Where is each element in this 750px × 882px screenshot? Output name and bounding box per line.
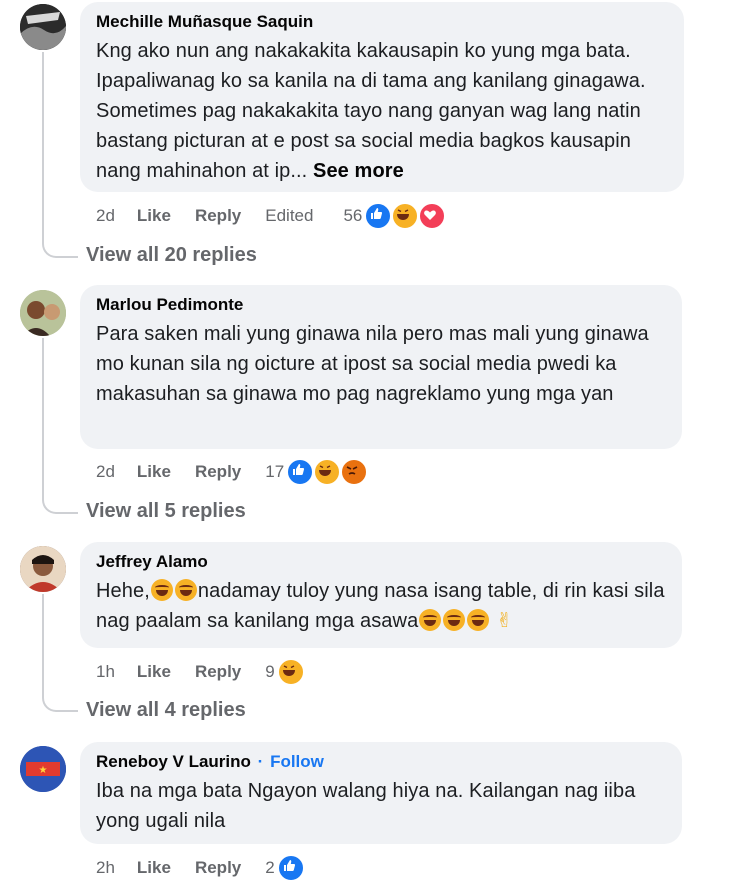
laughing-emoji-icon	[174, 579, 197, 601]
laughing-emoji-icon	[419, 609, 442, 631]
see-more-link[interactable]: See more	[313, 160, 404, 182]
reply-button[interactable]: Reply	[195, 206, 241, 226]
comment-bubble: Mechille Muñasque Saquin Kng ako nun ang…	[80, 2, 684, 192]
comment-body: Iba na mga bata Ngayon walang hiya na. K…	[96, 780, 636, 832]
avatar-image	[20, 546, 66, 592]
thread-elbow	[42, 694, 78, 712]
avatar-image: ★	[20, 746, 66, 792]
reaction-count[interactable]: 56	[343, 206, 362, 226]
comment-text: Kng ako nun ang nakakakita kakausapin ko…	[96, 36, 668, 186]
avatar-image	[20, 4, 66, 50]
comment-timestamp[interactable]: 1h	[96, 662, 115, 682]
comment-author[interactable]: Mechille Muñasque Saquin	[96, 12, 668, 32]
separator-dot: ·	[257, 752, 264, 771]
view-replies-link[interactable]: View all 5 replies	[86, 500, 246, 523]
avatar[interactable]	[20, 290, 66, 336]
like-button[interactable]: Like	[137, 662, 171, 682]
comment-text: Hehe, nadamay tuloy yung nasa isang table…	[96, 576, 666, 636]
reaction-icons[interactable]	[286, 458, 368, 486]
avatar[interactable]: ★	[20, 746, 66, 792]
reaction-count[interactable]: 9	[265, 662, 274, 682]
comment-bubble: Reneboy V Laurino · Follow Iba na mga ba…	[80, 742, 682, 844]
comment-timestamp[interactable]: 2d	[96, 206, 115, 226]
avatar[interactable]	[20, 546, 66, 592]
comment-author[interactable]: Jeffrey Alamo	[96, 552, 666, 572]
thread-elbow	[42, 496, 78, 514]
laughing-emoji-icon	[443, 609, 466, 631]
comment-timestamp[interactable]: 2d	[96, 462, 115, 482]
haha-reaction-icon	[276, 658, 305, 686]
comment-actions: 2d Like Reply 17	[96, 458, 368, 486]
haha-reaction-icon	[391, 202, 420, 230]
edited-label[interactable]: Edited	[265, 206, 313, 226]
thread-elbow	[42, 240, 78, 258]
reaction-icons[interactable]	[364, 202, 446, 230]
thread-line	[42, 52, 44, 242]
like-reaction-icon	[364, 202, 393, 230]
comment-bubble: Jeffrey Alamo Hehe, nadamay tuloy yung na…	[80, 542, 682, 648]
comment-bubble: Marlou Pedimonte Para saken mali yung gi…	[80, 285, 682, 449]
thread-line	[42, 594, 44, 696]
haha-reaction-icon	[312, 458, 341, 486]
like-button[interactable]: Like	[137, 462, 171, 482]
laughing-emoji-icon	[467, 609, 490, 631]
svg-text:★: ★	[39, 765, 48, 776]
follow-button[interactable]: Follow	[270, 752, 324, 771]
comment-author[interactable]: Marlou Pedimonte	[96, 295, 666, 315]
victory-hand-emoji-icon: ✌	[495, 610, 513, 632]
reaction-count[interactable]: 2	[265, 858, 274, 878]
comment-author: Reneboy V Laurino · Follow	[96, 752, 666, 772]
like-button[interactable]: Like	[137, 206, 171, 226]
avatar-image	[20, 290, 66, 336]
angry-reaction-icon	[339, 458, 368, 486]
like-reaction-icon	[286, 458, 315, 486]
thread-line	[42, 338, 44, 498]
comment-actions: 1h Like Reply 9	[96, 658, 305, 686]
comment-body: Hehe,	[96, 580, 150, 602]
view-replies-link[interactable]: View all 4 replies	[86, 699, 246, 722]
grimace-emoji-icon	[150, 579, 173, 601]
reply-button[interactable]: Reply	[195, 662, 241, 682]
reply-button[interactable]: Reply	[195, 858, 241, 878]
love-reaction-icon	[417, 202, 446, 230]
reaction-icons[interactable]	[276, 658, 305, 686]
view-replies-link[interactable]: View all 20 replies	[86, 244, 257, 267]
comment-actions: 2d Like Reply Edited 56	[96, 202, 446, 230]
avatar[interactable]	[20, 4, 66, 50]
comment-body: Para saken mali yung ginawa nila pero ma…	[96, 323, 649, 405]
comment-timestamp[interactable]: 2h	[96, 858, 115, 878]
comment-author-name[interactable]: Reneboy V Laurino	[96, 752, 251, 771]
reply-button[interactable]: Reply	[195, 462, 241, 482]
reaction-count[interactable]: 17	[265, 462, 284, 482]
like-button[interactable]: Like	[137, 858, 171, 878]
